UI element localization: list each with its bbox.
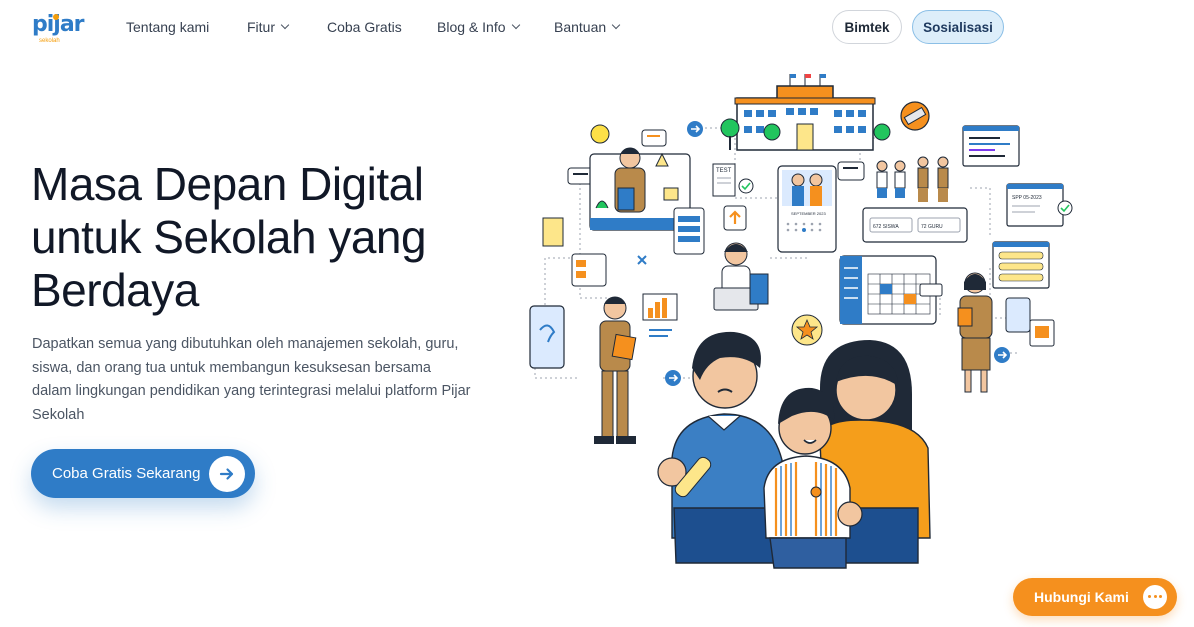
teacher-left-figure — [594, 296, 637, 444]
svg-text:TEST: TEST — [716, 168, 732, 174]
nav-item-coba-gratis[interactable]: Coba Gratis — [327, 19, 402, 35]
spp-payment-card: SPP 05-2023 — [1006, 183, 1073, 227]
teacher-right-figure — [957, 272, 1055, 393]
nav-item-blog-info[interactable]: Blog & Info — [437, 19, 520, 35]
svg-text:SPP 05-2023: SPP 05-2023 — [1012, 195, 1042, 201]
arrow-badge-icon — [994, 347, 1010, 363]
nav-item-tentang-kami[interactable]: Tentang kami — [126, 19, 209, 35]
chevron-down-icon — [511, 20, 520, 30]
operator-figure — [713, 242, 769, 311]
chat-bubble-icon — [641, 129, 667, 147]
try-free-button-label: Coba Gratis Sekarang — [52, 465, 201, 482]
nav-item-label: Bantuan — [554, 19, 607, 35]
svg-text:672 SISWA: 672 SISWA — [873, 224, 899, 230]
schedule-calendar — [839, 255, 943, 325]
star-badge-icon — [791, 314, 823, 346]
top-navigation: pijar sekolah Tentang kami Fitur Coba Gr… — [0, 0, 1194, 54]
bimtek-button[interactable]: Bimtek — [832, 10, 902, 44]
nav-item-label: Blog & Info — [437, 19, 506, 35]
clipboard-icon — [542, 217, 564, 247]
tablet-icon — [529, 305, 565, 369]
nav-item-label: Fitur — [247, 19, 275, 35]
arrow-badge-icon — [687, 121, 703, 137]
lightbulb-icon — [590, 124, 610, 144]
logo-accent-dot — [53, 14, 59, 20]
tools-icon — [637, 255, 647, 265]
chevron-down-icon — [280, 20, 290, 30]
bar-chart-icon — [642, 293, 678, 337]
contact-us-button[interactable]: Hubungi Kami — [1013, 578, 1177, 616]
sosialisasi-button[interactable]: Sosialisasi — [912, 10, 1004, 44]
students-figures — [876, 156, 949, 202]
chevron-down-icon — [611, 20, 621, 30]
contact-us-label: Hubungi Kami — [1034, 589, 1129, 605]
svg-text:SEPTEMBER 2023: SEPTEMBER 2023 — [791, 211, 826, 216]
nav-item-label: Coba Gratis — [327, 19, 402, 35]
test-document-icon: TEST — [712, 163, 754, 197]
hero-title: Masa Depan Digital untuk Sekolah yang Be… — [31, 158, 427, 316]
arrow-badge-icon — [665, 370, 681, 386]
code-window-icon — [962, 125, 1020, 167]
nav-item-label: Tentang kami — [126, 19, 210, 35]
svg-text:72 GURU: 72 GURU — [921, 224, 943, 230]
video-call-screen: SEPTEMBER 2023 — [777, 165, 837, 253]
chat-icon — [1143, 585, 1167, 609]
school-stats-card: 672 SISWA 72 GURU — [862, 207, 968, 243]
folder-card-icon — [571, 253, 607, 287]
chat-bubble-icon — [837, 161, 865, 181]
try-free-button[interactable]: Coba Gratis Sekarang — [31, 449, 255, 498]
logo-subtext: sekolah — [39, 38, 60, 44]
nav-item-fitur[interactable]: Fitur — [247, 19, 290, 35]
school-building-icon — [720, 74, 891, 151]
pijar-logo[interactable]: pijar sekolah — [32, 12, 90, 46]
arrow-right-icon — [209, 456, 245, 492]
hero-illustration: TEST SEPTEMBER 2023 672 SISWA 72 GURU SP… — [529, 74, 1073, 569]
hero-description: Dapatkan semua yang dibutuhkan oleh mana… — [32, 336, 471, 423]
progress-list-card — [992, 241, 1050, 289]
nav-item-bantuan[interactable]: Bantuan — [554, 19, 621, 35]
family-figures — [657, 331, 931, 569]
